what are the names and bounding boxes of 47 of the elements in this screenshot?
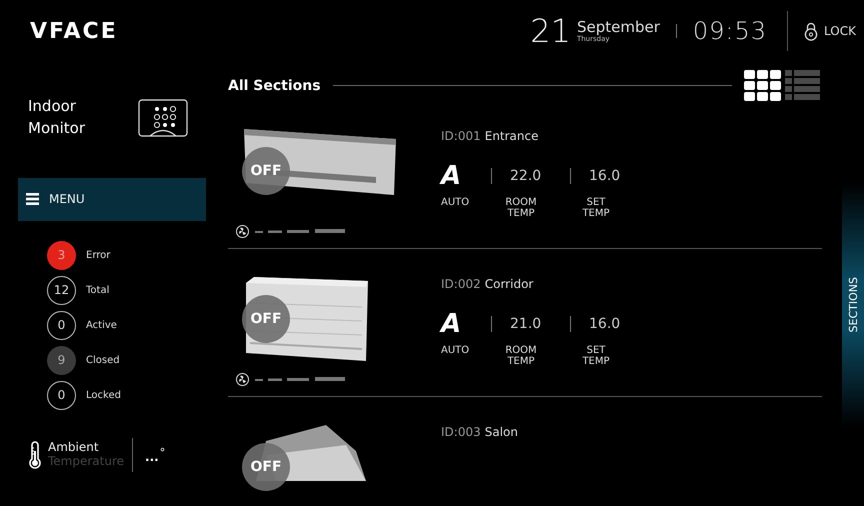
room-temp-value: 21.0 (510, 316, 542, 332)
hamburger-icon (26, 193, 39, 205)
section-title: All Sections (228, 78, 321, 94)
date-month: September (576, 20, 660, 34)
mode-letter: A (441, 161, 462, 191)
set-temp-value: 16.0 (589, 316, 622, 332)
ambient-sublabel: Temperature (48, 454, 124, 468)
fan-icon (236, 225, 249, 238)
padlock-icon (804, 21, 818, 41)
status-label: Closed (86, 354, 120, 366)
status-label: Active (86, 320, 117, 330)
room-temp-value: 22.0 (510, 168, 542, 184)
lock-button[interactable]: LOCK (804, 21, 856, 41)
menu-button[interactable]: MENU (18, 178, 206, 220)
mode-letter: A (441, 309, 462, 339)
room-temp-label: ROOM TEMP (504, 345, 538, 367)
unit-name: Entrance (484, 129, 538, 143)
count-badge: 12 (47, 276, 76, 304)
unit-id: ID:003 (441, 425, 481, 439)
unit-name: Corridor (484, 277, 534, 291)
thermometer-icon (28, 440, 42, 468)
clock-time: 09:53 (692, 17, 768, 45)
status-label: Error (86, 250, 110, 260)
ambient-label: Ambient (48, 440, 100, 454)
set-temp-label: SET TEMP (581, 345, 611, 367)
set-temp-label: SET TEMP (581, 197, 611, 219)
unit-id: ID:002 (441, 277, 481, 291)
count-badge: 0 (47, 380, 76, 410)
degree-unit: ° (160, 446, 166, 458)
status-label: Locked (86, 390, 121, 400)
count-badge: 9 (47, 346, 76, 374)
unit-name: Salon (484, 425, 518, 439)
count-badge: 3 (47, 240, 76, 270)
room-temp-label: ROOM TEMP (504, 197, 538, 219)
ambient-value: ... (145, 450, 159, 464)
power-status-badge: OFF (242, 147, 290, 195)
grid-view-button[interactable] (744, 70, 781, 101)
count-badge: 0 (47, 310, 76, 340)
unit-id: ID:001 (441, 129, 481, 143)
fan-icon (236, 373, 249, 386)
set-temp-value: 16.0 (589, 168, 622, 184)
monitor-title: Indoor Monitor (28, 96, 86, 139)
power-status-badge: OFF (242, 443, 290, 491)
date-day: 21 (530, 12, 571, 50)
logo: VFACE (30, 18, 118, 44)
status-label: Total (86, 284, 110, 296)
keypad-icon (138, 98, 188, 137)
